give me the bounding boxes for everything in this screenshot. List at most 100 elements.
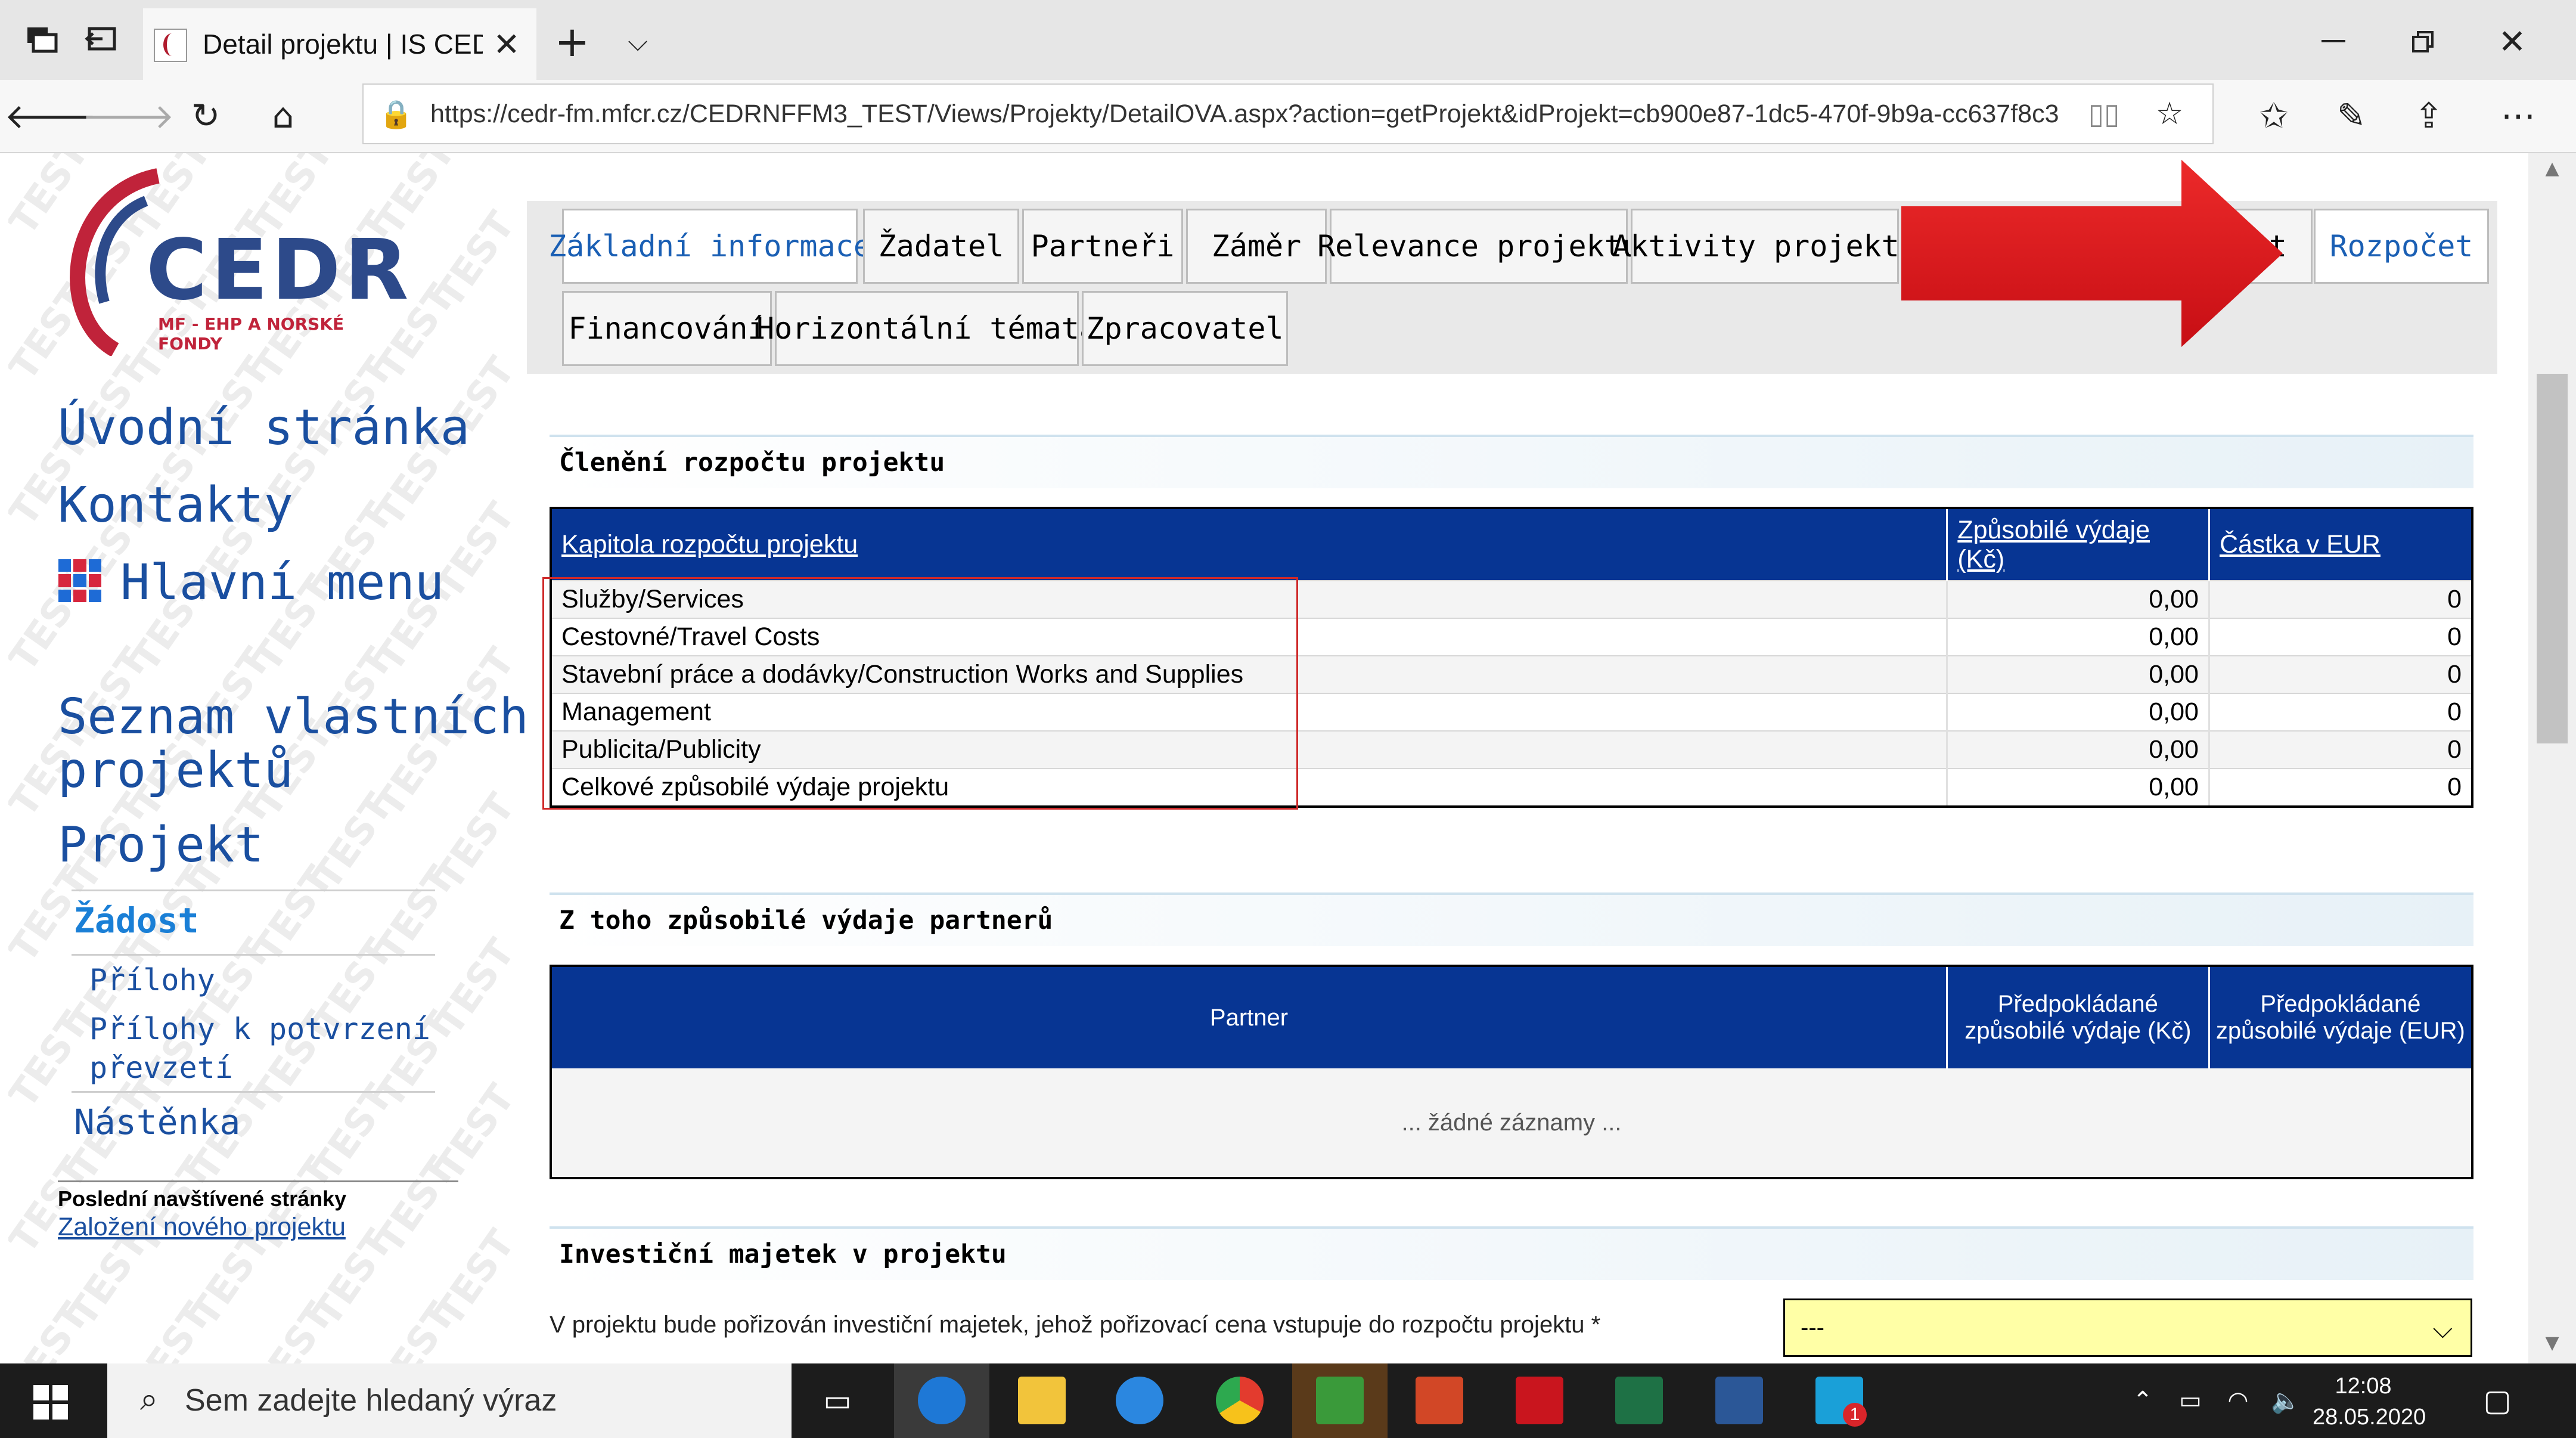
file-explorer-icon[interactable] (1018, 1377, 1066, 1424)
tabs-aside-icon[interactable] (77, 18, 125, 60)
restore-icon[interactable] (2396, 18, 2450, 66)
taskbar-search-placeholder: Sem zadejte hledaný výraz (185, 1383, 557, 1418)
nav-divider (72, 1091, 435, 1093)
main-menu-grid-icon[interactable] (58, 559, 101, 602)
back-icon[interactable]: 🡐 (4, 92, 97, 140)
tab-activities[interactable]: Aktivity projektu (1612, 209, 1917, 284)
eur-cell: 0 (2208, 580, 2472, 618)
investment-section-title: Investiční majetek v projektu (550, 1226, 2473, 1280)
investment-select-value: --- (1801, 1314, 1824, 1341)
address-bar[interactable]: 🔒 https://cedr-fm.mfcr.cz/CEDRNFFM3_TEST… (362, 83, 2214, 144)
czk-cell: 0,00 (1946, 580, 2209, 618)
nav-own-projects-link-line2[interactable]: projektů (58, 742, 293, 799)
column-header-chapter[interactable]: Kapitola rozpočtu projektu (551, 508, 1947, 581)
colorful-app-icon[interactable] (1316, 1377, 1364, 1424)
czk-cell: 0,00 (1946, 618, 2209, 656)
battery-icon[interactable]: ▭ (2170, 1377, 2211, 1424)
tab-financing[interactable]: Financování (562, 291, 772, 366)
tab-budget[interactable]: Rozpočet (2314, 209, 2489, 284)
nav-attachments-link[interactable]: Přílohy (89, 963, 215, 997)
url-text[interactable]: https://cedr-fm.mfcr.cz/CEDRNFFM3_TEST/V… (430, 85, 2075, 143)
presentation-app-icon[interactable] (1416, 1377, 1463, 1424)
cedr-favicon-icon (154, 29, 187, 62)
nav-contacts-link[interactable]: Kontakty (58, 477, 293, 534)
acrobat-reader-icon[interactable] (1516, 1377, 1563, 1424)
tab-actions-icon[interactable] (18, 18, 66, 60)
home-icon[interactable]: ⌂ (256, 92, 310, 140)
investment-question-label: V projektu bude pořizován investiční maj… (550, 1312, 1601, 1338)
wifi-icon[interactable]: ◠ (2217, 1377, 2259, 1424)
czk-cell: 0,00 (1946, 768, 2209, 807)
browser-tab-title: Detail projektu | IS CEDR (203, 29, 483, 60)
minimize-icon[interactable] (2307, 18, 2360, 66)
forward-icon[interactable]: 🡒 (82, 92, 175, 140)
chrome-icon[interactable] (1216, 1377, 1264, 1424)
add-favorite-star-icon[interactable]: ☆ (2146, 91, 2193, 137)
tab-list-chevron-icon[interactable]: ⌵ (614, 18, 662, 66)
volume-icon[interactable]: 🔈 (2265, 1377, 2307, 1424)
edge-browser-icon[interactable] (918, 1377, 966, 1424)
tab-intent[interactable]: Záměr (1186, 209, 1327, 284)
eur-cell: 0 (2208, 730, 2472, 768)
close-tab-icon[interactable]: ✕ (483, 20, 530, 68)
share-icon[interactable]: ⇪ (2402, 92, 2456, 140)
investment-select[interactable]: --- ⌵ (1783, 1298, 2472, 1357)
sort-eur-link[interactable]: Částka v EUR (2220, 530, 2381, 559)
reading-view-icon[interactable]: ▯▯ (2080, 91, 2128, 137)
nav-attachments-confirm-link-line2[interactable]: převzetí (89, 1050, 233, 1085)
tab-horizontal-topics[interactable]: Horizontální témata (756, 291, 1097, 366)
tab-relevance[interactable]: Relevance projektu (1317, 209, 1640, 284)
tab-partners[interactable]: Partneři (1022, 209, 1183, 284)
clock-time: 12:08 (2335, 1374, 2392, 1399)
favorites-icon[interactable]: ✩ (2247, 92, 2301, 140)
column-header-partner-eur: Předpokládané způsobilé výdaje (EUR) (2208, 966, 2472, 1068)
notes-pen-icon[interactable]: ✎ (2324, 92, 2378, 140)
refresh-icon[interactable]: ↻ (179, 92, 232, 140)
taskbar-search-box[interactable]: ⌕ Sem zadejte hledaný výraz (107, 1363, 792, 1438)
tab-basic-info[interactable]: Základní informace (548, 209, 871, 284)
scroll-down-icon[interactable]: ▼ (2537, 1328, 2568, 1358)
task-view-icon[interactable]: ▭ (814, 1377, 861, 1424)
excel-icon[interactable] (1615, 1377, 1663, 1424)
recent-page-link[interactable]: Založení nového projektu (58, 1213, 346, 1242)
internet-explorer-icon[interactable] (1116, 1377, 1163, 1424)
nav-attachments-confirm-link-line1[interactable]: Přílohy k potvrzení (89, 1012, 430, 1046)
tab-processor[interactable]: Zpracovatel (1082, 291, 1288, 366)
nav-project-heading: Projekt (58, 817, 264, 873)
windows-start-icon[interactable] (33, 1385, 68, 1420)
nav-application-link[interactable]: Žádost (74, 900, 199, 941)
eur-cell: 0 (2208, 655, 2472, 693)
nav-own-projects-link-line1[interactable]: Seznam vlastních (58, 689, 529, 745)
recent-pages-heading: Poslední navštívené stránky (58, 1186, 347, 1211)
taskbar-clock[interactable]: 12:08 28.05.2020 (2313, 1371, 2426, 1433)
word-icon[interactable] (1715, 1377, 1763, 1424)
red-arrow-annotation (1901, 160, 2283, 347)
logo-subtitle: MF - EHP A NORSKÉ FONDY (158, 314, 344, 354)
nav-main-menu-link[interactable]: Hlavní menu (120, 554, 444, 611)
nav-home-link[interactable]: Úvodní stránka (58, 399, 470, 456)
nav-board-link[interactable]: Nástěnka (74, 1102, 240, 1142)
clock-date: 28.05.2020 (2313, 1405, 2426, 1430)
sort-chapter-link[interactable]: Kapitola rozpočtu projektu (561, 530, 858, 559)
partners-section-title: Z toho způsobilé výdaje partnerů (550, 892, 2473, 946)
more-icon[interactable]: ⋯ (2491, 92, 2545, 140)
scroll-up-icon[interactable]: ▲ (2537, 153, 2568, 183)
page-scrollbar[interactable]: ▲ ▼ (2528, 153, 2576, 1363)
new-tab-icon[interactable]: + (548, 17, 596, 66)
messaging-app-icon[interactable]: 1 (1815, 1377, 1867, 1427)
browser-tab[interactable]: Detail projektu | IS CEDR ✕ (143, 8, 536, 80)
scroll-thumb[interactable] (2537, 374, 2568, 743)
sort-eligible-czk-link[interactable]: Způsobilé výdaje (Kč) (1957, 516, 2150, 574)
close-window-icon[interactable]: ✕ (2485, 18, 2539, 66)
column-header-eligible-czk[interactable]: Způsobilé výdaje (Kč) (1946, 508, 2209, 581)
nav-divider (58, 1180, 458, 1182)
tab-applicant[interactable]: Žadatel (863, 209, 1019, 284)
eur-cell: 0 (2208, 618, 2472, 656)
nav-divider (72, 954, 435, 956)
column-header-eur[interactable]: Částka v EUR (2208, 508, 2472, 581)
search-icon: ⌕ (139, 1380, 159, 1418)
lock-icon: 🔒 (379, 97, 414, 130)
show-hidden-icons-chevron-icon[interactable]: ⌃ (2122, 1377, 2164, 1424)
action-center-icon[interactable]: ▢ (2473, 1377, 2521, 1424)
cedr-logo[interactable]: CEDR MF - EHP A NORSKÉ FONDY (57, 165, 408, 356)
